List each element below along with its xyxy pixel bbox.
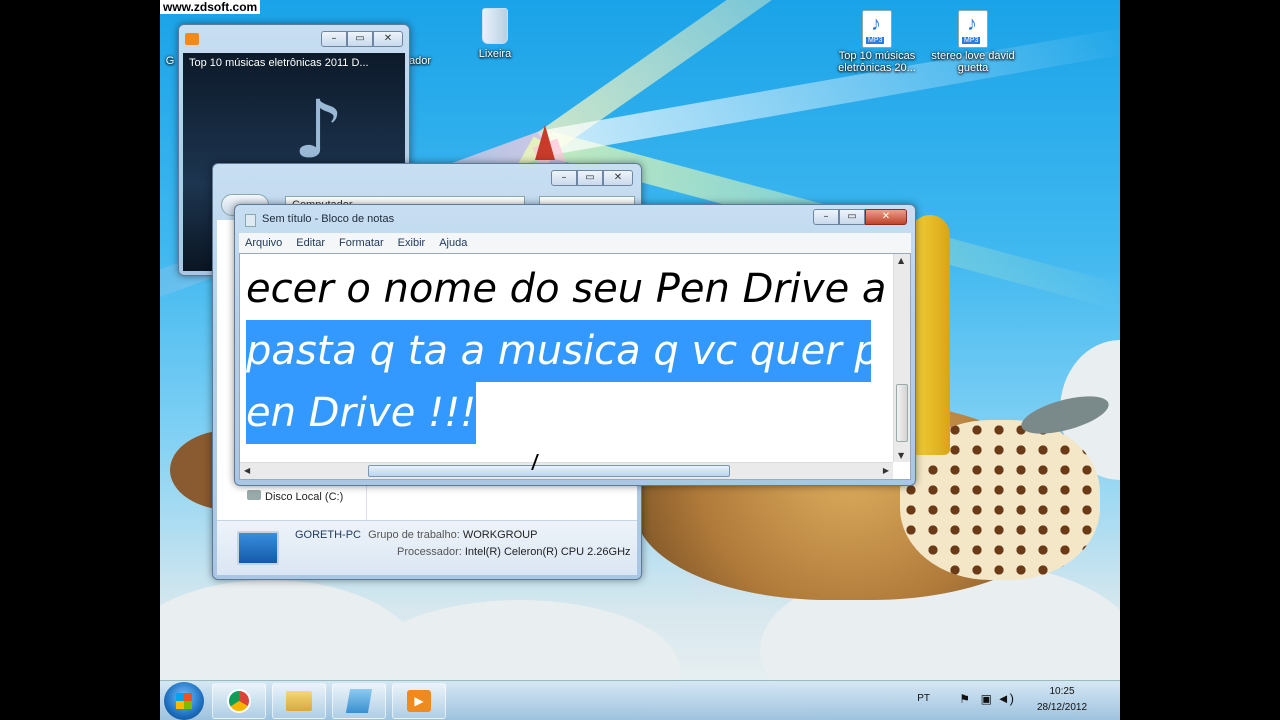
lighthouse	[910, 215, 950, 455]
desktop-icon-partial[interactable]: G	[160, 55, 180, 67]
nav-item-disco-local[interactable]: Disco Local (C:)	[247, 490, 343, 503]
close-button[interactable]: ✕	[603, 170, 633, 186]
scroll-down-arrow-icon[interactable]: ▼	[898, 451, 904, 460]
window-title: Sem título - Bloco de notas	[262, 213, 395, 225]
clock-time[interactable]: 10:25	[1032, 686, 1092, 697]
scroll-up-arrow-icon[interactable]: ▲	[898, 256, 904, 265]
media-title: Top 10 músicas eletrônicas 2011 D...	[189, 57, 369, 69]
taskbar-explorer[interactable]	[272, 683, 326, 719]
text-line-1: ecer o nome do seu Pen Drive a	[246, 266, 887, 312]
notepad-icon	[345, 689, 373, 713]
horizontal-scrollbar[interactable]: ◀ ▶	[240, 462, 893, 479]
maximize-button[interactable]: ▭	[577, 170, 603, 186]
flag-icon[interactable]: ⚑	[959, 692, 970, 706]
clock-date[interactable]: 28/12/2012	[1032, 702, 1092, 713]
vertical-scrollbar[interactable]: ▲ ▼	[893, 254, 910, 462]
minimize-button[interactable]: –	[551, 170, 577, 186]
nav-item-label: Disco Local (C:)	[265, 491, 344, 503]
menu-editar[interactable]: Editar	[296, 233, 325, 253]
desktop-file-stereo-love[interactable]: ♪ MP3 stereo love david guetta	[928, 10, 1018, 74]
watermark: www.zdsoft.com	[160, 0, 261, 14]
menu-bar: Arquivo Editar Formatar Exibir Ajuda	[239, 233, 911, 253]
desktop-icon-label: G	[165, 55, 175, 67]
media-player-icon	[185, 33, 199, 45]
chrome-icon	[227, 689, 251, 713]
mp3-file-icon: ♪ MP3	[862, 10, 892, 48]
workgroup-label: Grupo de trabalho:	[368, 529, 460, 541]
folder-icon	[286, 691, 312, 711]
menu-exibir[interactable]: Exibir	[398, 233, 426, 253]
taskbar: ▶ PT ⚑ ▣ ◄) 10:25 28/12/2012	[160, 680, 1120, 720]
desktop-icon-label: ador	[408, 55, 432, 67]
text-line-2-selected: pasta q ta a musica q vc quer pa	[246, 320, 871, 382]
menu-arquivo[interactable]: Arquivo	[245, 233, 282, 253]
close-button[interactable]: ✕	[865, 209, 907, 225]
scroll-right-arrow-icon[interactable]: ▶	[883, 466, 889, 475]
network-icon[interactable]: ▣	[981, 692, 992, 706]
language-indicator[interactable]: PT	[917, 693, 930, 704]
menu-formatar[interactable]: Formatar	[339, 233, 384, 253]
taskbar-notepad[interactable]	[332, 683, 386, 719]
text-line-3-selected: en Drive !!!	[246, 382, 477, 444]
recycle-bin-icon[interactable]: Lixeira	[450, 8, 540, 60]
text-editor[interactable]: ecer o nome do seu Pen Drive a pasta q t…	[239, 253, 911, 480]
processor-value: Intel(R) Celeron(R) CPU 2.26GHz	[464, 546, 631, 558]
notepad-icon	[245, 214, 256, 227]
desktop-icon-label: stereo love david guetta	[931, 50, 1015, 74]
maximize-button[interactable]: ▭	[347, 31, 373, 47]
start-button[interactable]	[164, 682, 204, 720]
horizontal-scroll-thumb[interactable]	[368, 465, 730, 477]
workgroup-value: WORKGROUP	[462, 529, 538, 541]
desktop-icon-label: Top 10 músicas eletrônicas 20...	[838, 50, 916, 74]
details-pane: GORETH-PC Grupo de trabalho: WORKGROUP P…	[217, 520, 637, 575]
close-button[interactable]: ✕	[373, 31, 403, 47]
windows-logo-icon	[176, 693, 192, 709]
vertical-scroll-thumb[interactable]	[896, 384, 908, 442]
media-player-icon: ▶	[407, 690, 431, 712]
taskbar-media-player[interactable]: ▶	[392, 683, 446, 719]
drive-icon	[247, 490, 261, 500]
notepad-window[interactable]: Sem título - Bloco de notas – ▭ ✕ Arquiv…	[234, 204, 916, 486]
volume-icon[interactable]: ◄)	[997, 691, 1014, 706]
desktop: Lixeira ♪ MP3 Top 10 músicas eletrônicas …	[160, 0, 1120, 720]
desktop-icon-label: Lixeira	[478, 48, 512, 60]
scroll-left-arrow-icon[interactable]: ◀	[244, 466, 250, 475]
menu-ajuda[interactable]: Ajuda	[439, 233, 467, 253]
minimize-button[interactable]: –	[321, 31, 347, 47]
minimize-button[interactable]: –	[813, 209, 839, 225]
trash-icon	[482, 8, 508, 44]
desktop-file-top10[interactable]: ♪ MP3 Top 10 músicas eletrônicas 20...	[832, 10, 922, 74]
taskbar-chrome[interactable]	[212, 683, 266, 719]
mp3-file-icon: ♪ MP3	[958, 10, 988, 48]
processor-label: Processador:	[397, 546, 462, 558]
computer-icon	[237, 531, 279, 565]
computer-name: GORETH-PC	[295, 529, 361, 541]
maximize-button[interactable]: ▭	[839, 209, 865, 225]
